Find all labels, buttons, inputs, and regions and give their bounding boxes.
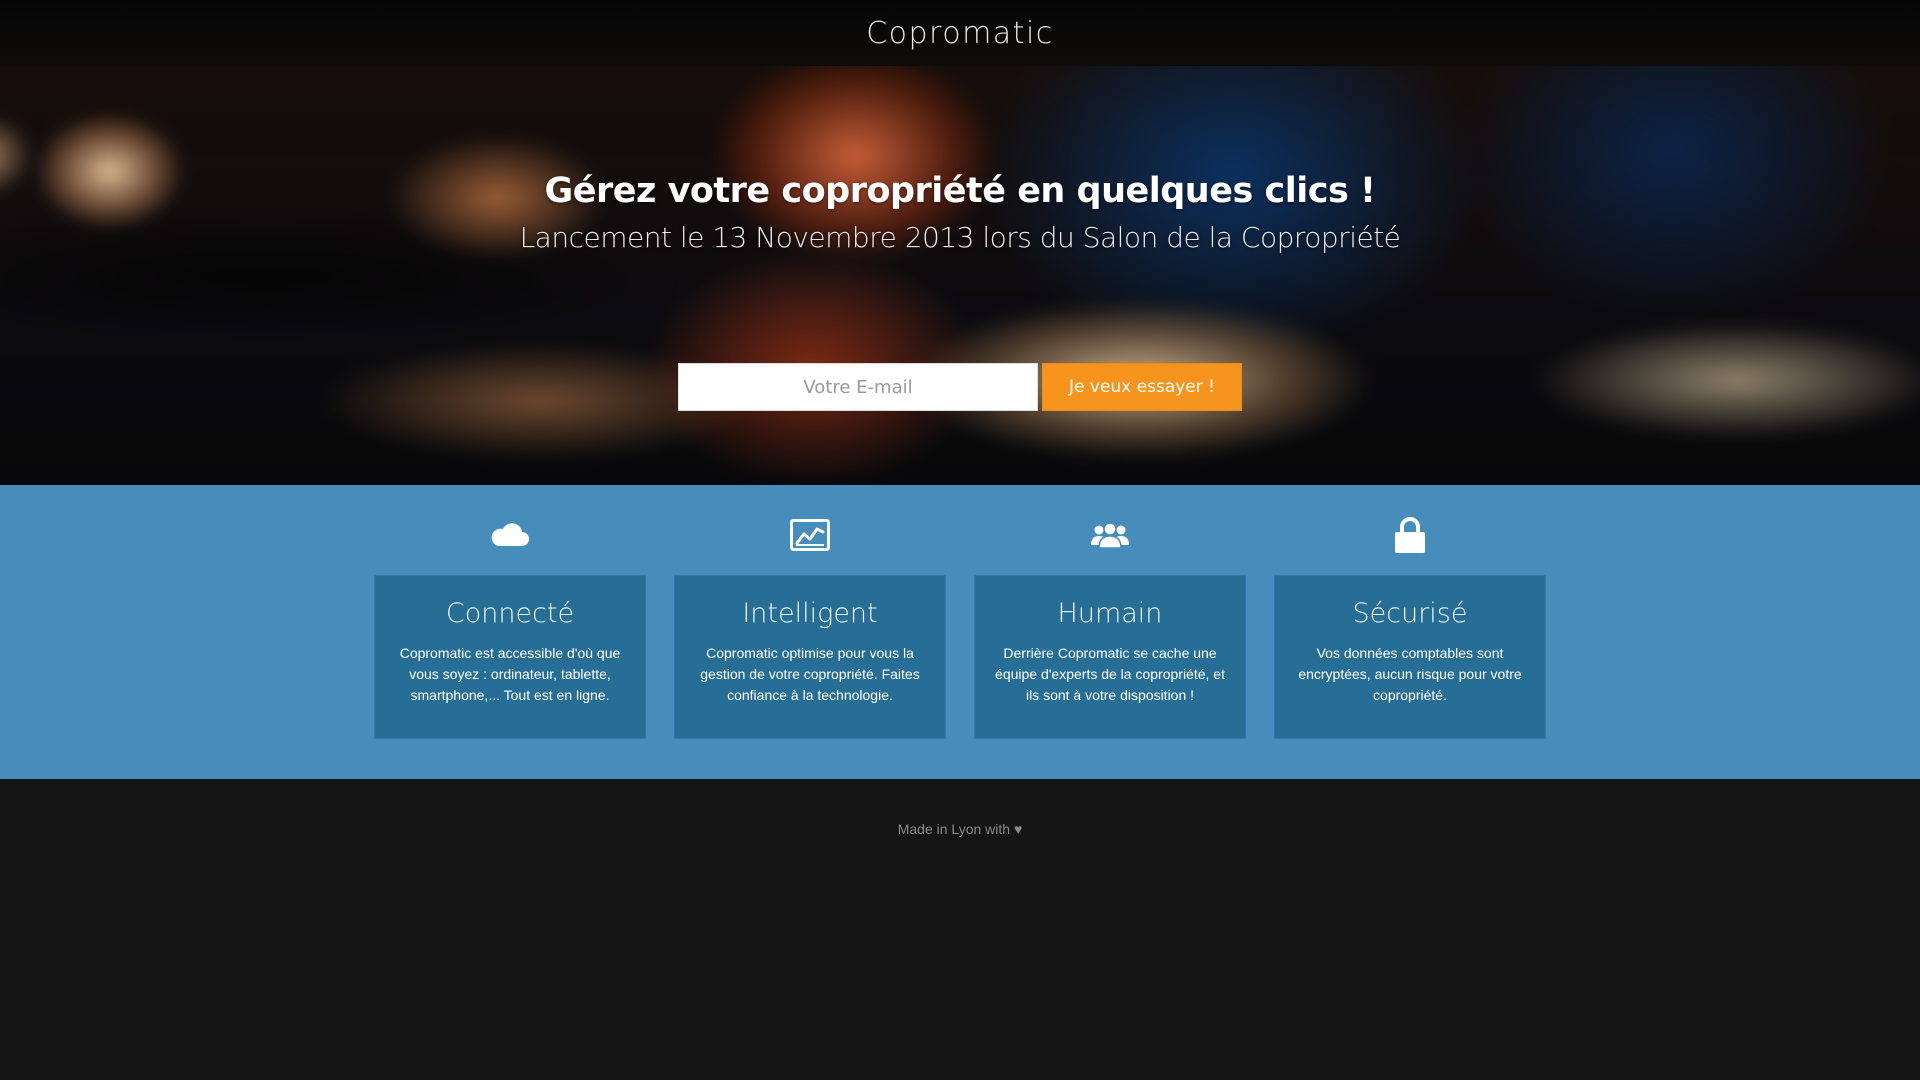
signup-form: Je veux essayer ! [678, 363, 1242, 411]
footer-text: Made in Lyon with ♥ [897, 821, 1023, 837]
footer: Made in Lyon with ♥ [0, 779, 1920, 1080]
feature-card: Intelligent Copromatic optimise pour vou… [674, 575, 946, 739]
feature-card: Connecté Copromatic est accessible d'où … [374, 575, 646, 739]
cloud-icon [491, 523, 529, 546]
feature-title: Connecté [445, 598, 575, 629]
feature-title: Humain [1057, 598, 1163, 629]
users-icon [1091, 522, 1129, 549]
feature-text: Copromatic optimise pour vous la gestion… [700, 645, 920, 703]
top-bar: Copromatic [0, 0, 1920, 66]
hero-section: Gérez votre copropriété en quelques clic… [0, 66, 1920, 485]
hero-subtitle: Lancement le 13 Novembre 2013 lors du Sa… [519, 221, 1401, 254]
brand-logo[interactable]: Copromatic [866, 16, 1054, 51]
hero-content: Gérez votre copropriété en quelques clic… [0, 171, 1920, 254]
email-input[interactable] [678, 363, 1038, 411]
feature-text: Copromatic est accessible d'où que vous … [399, 645, 621, 703]
feature-card: Sécurisé Vos données comptables sont enc… [1274, 575, 1546, 739]
feature-text: Derrière Copromatic se cache une équipe … [995, 645, 1225, 703]
lock-icon [1395, 517, 1425, 553]
try-button[interactable]: Je veux essayer ! [1042, 363, 1242, 411]
features-section: Connecté Copromatic est accessible d'où … [0, 485, 1920, 779]
chart-icon [790, 519, 830, 551]
feature-text: Vos données comptables sont encryptées, … [1298, 645, 1522, 703]
feature-title: Sécurisé [1352, 598, 1468, 629]
hero-title: Gérez votre copropriété en quelques clic… [544, 171, 1376, 211]
feature-card: Humain Derrière Copromatic se cache une … [974, 575, 1246, 739]
feature-title: Intelligent [742, 598, 878, 629]
